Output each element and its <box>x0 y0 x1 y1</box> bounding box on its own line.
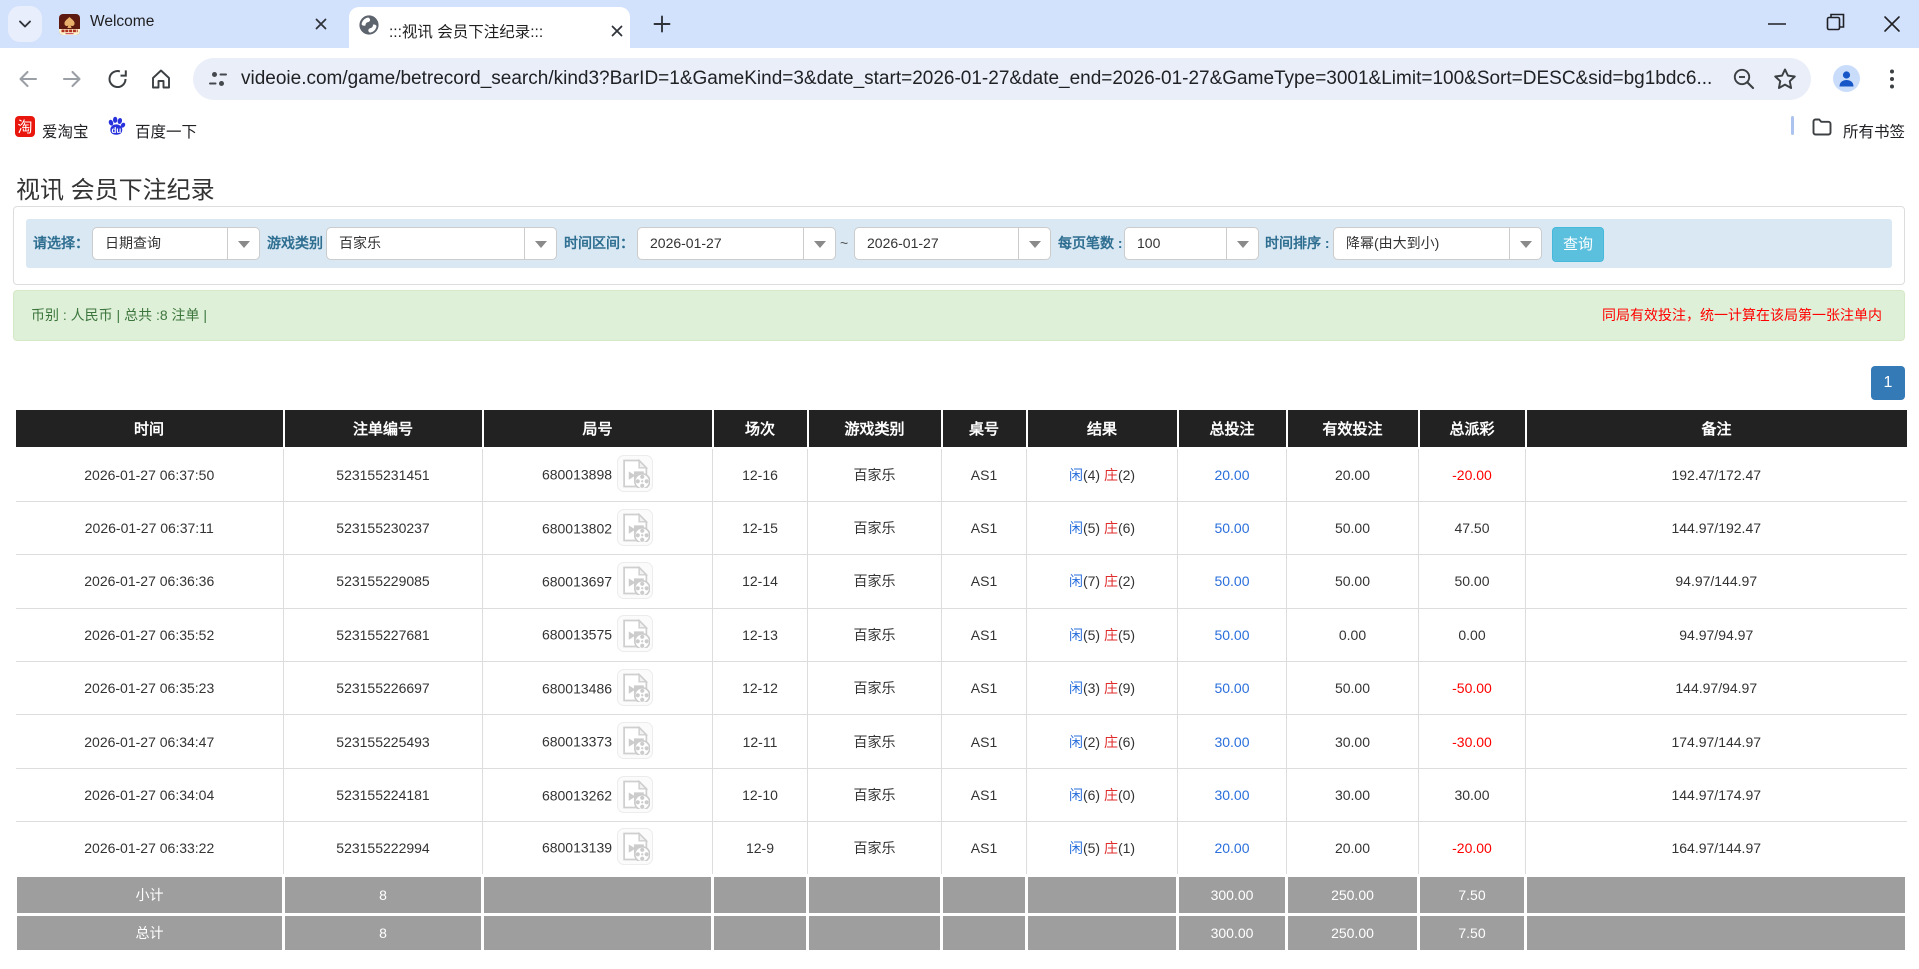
svg-text:淘: 淘 <box>17 119 32 136</box>
svg-text:du: du <box>111 126 121 135</box>
